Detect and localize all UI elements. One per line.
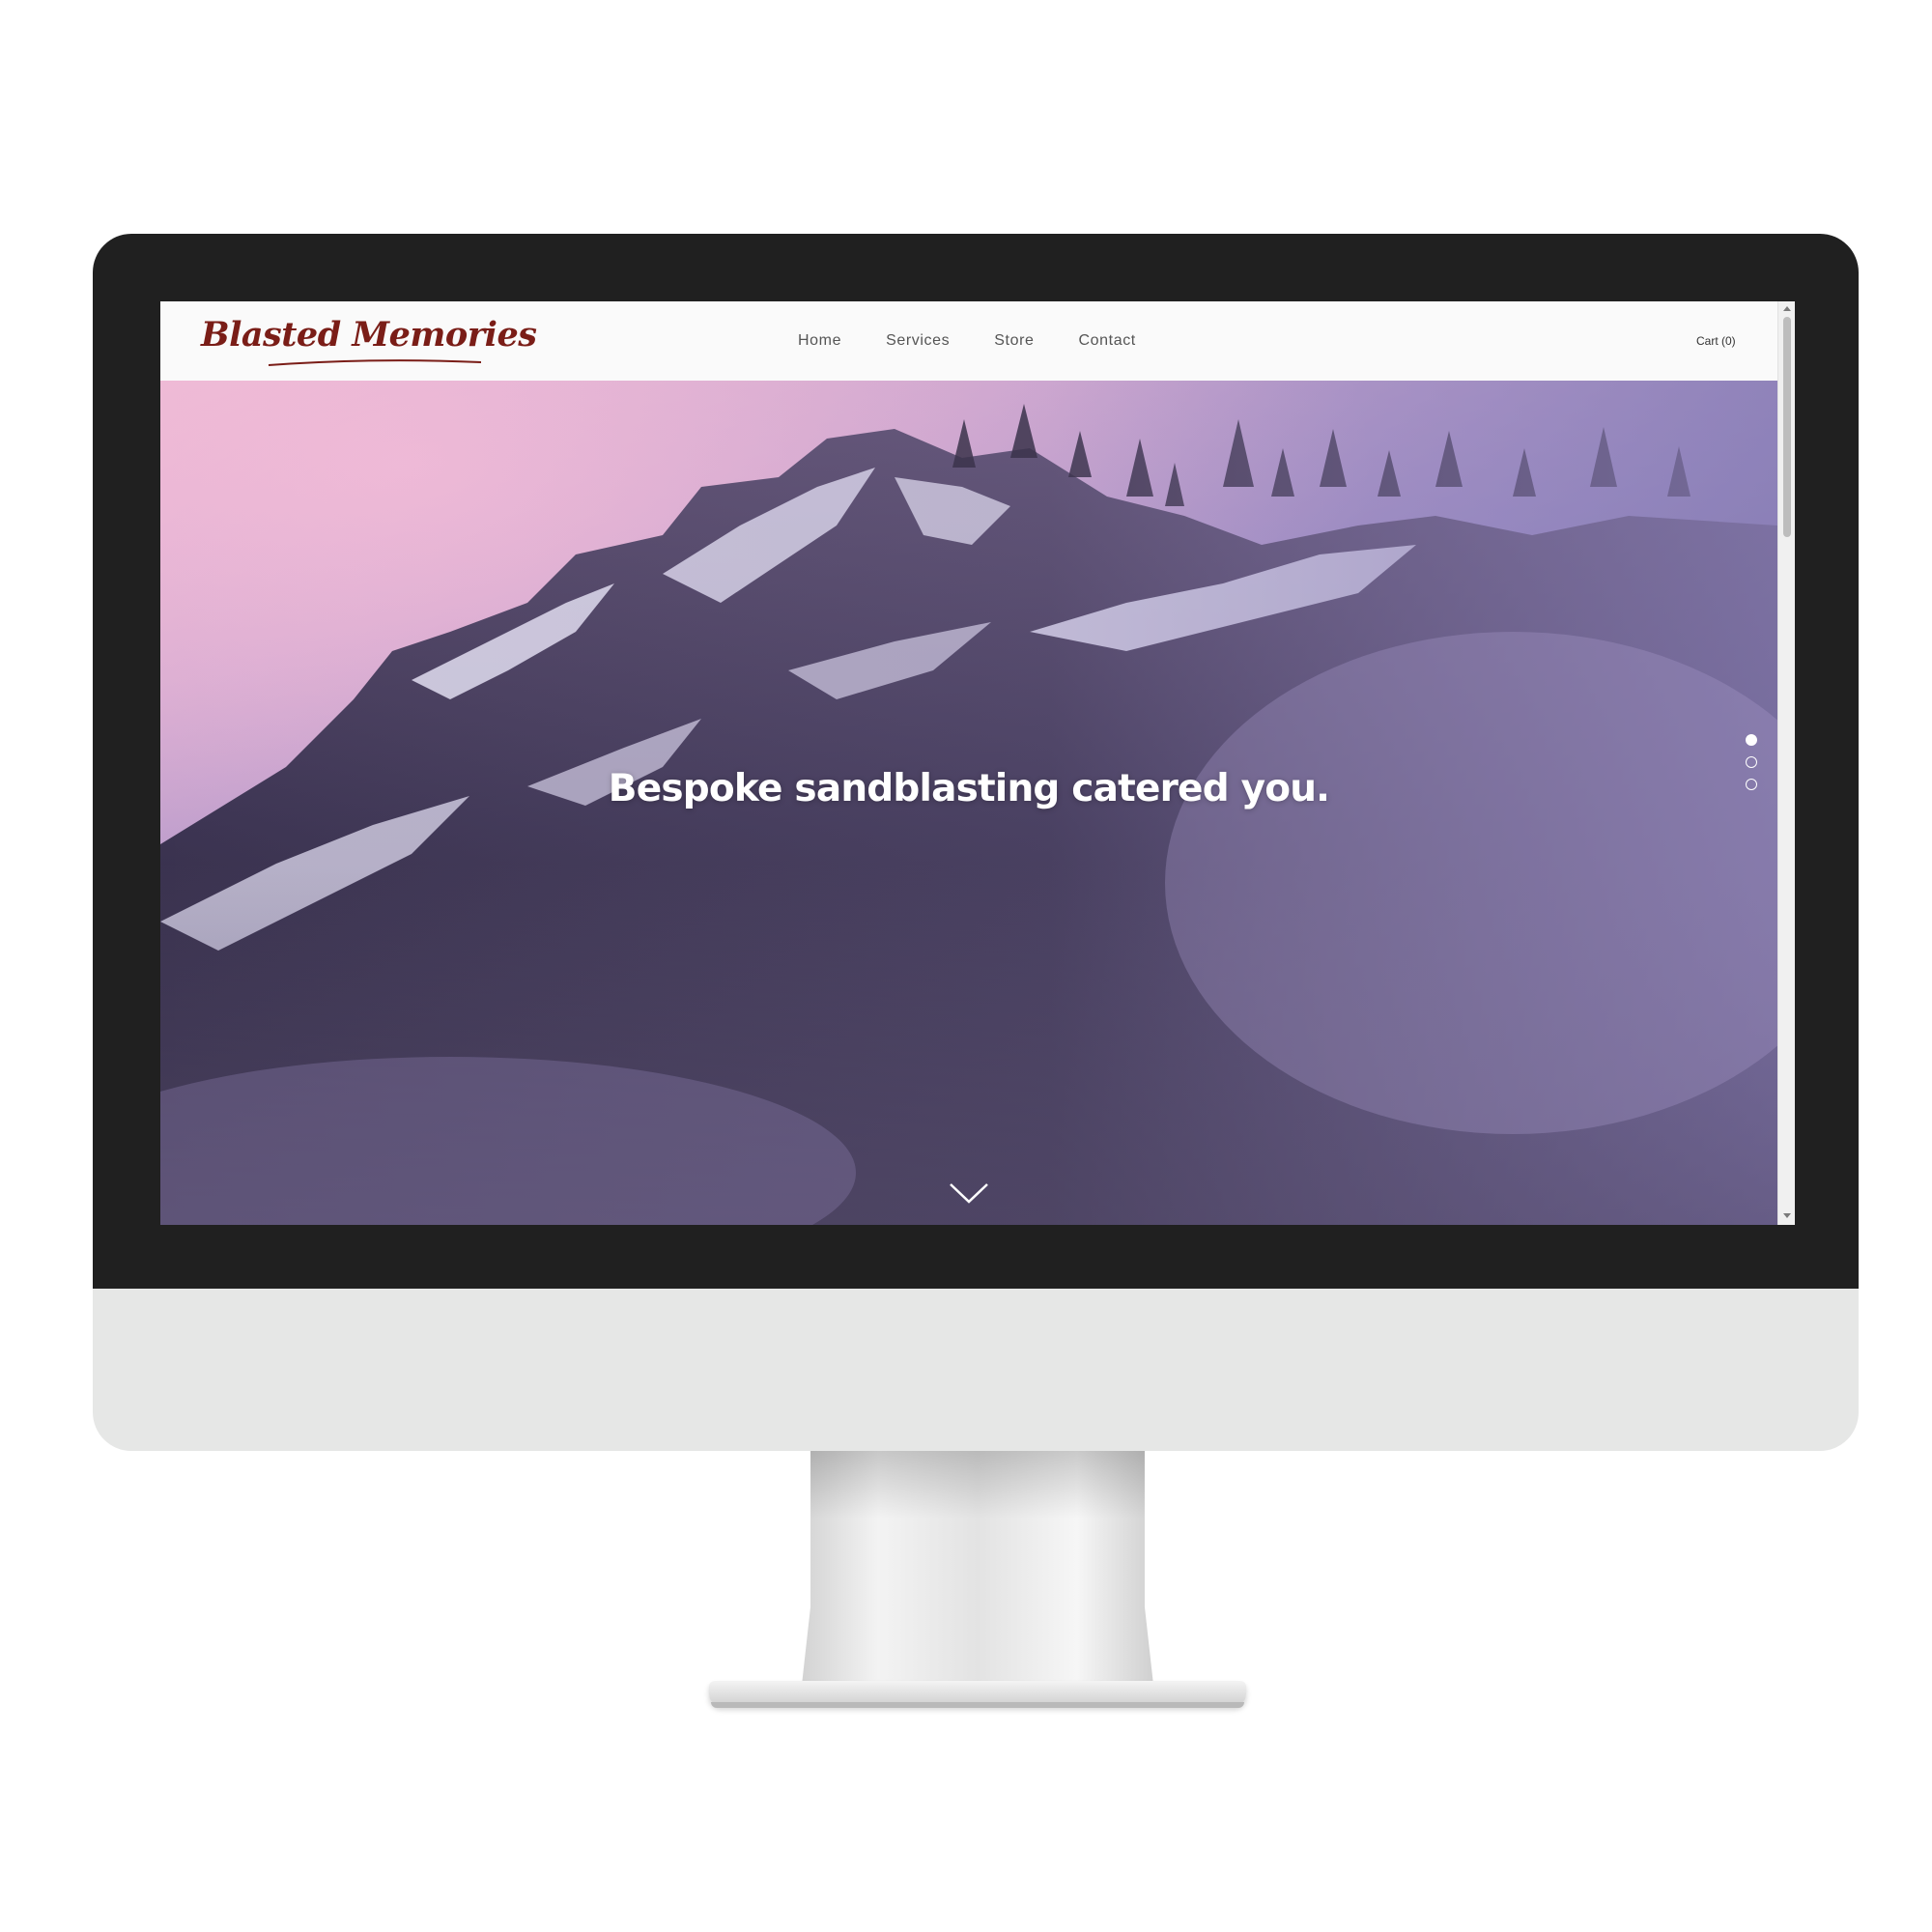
page-scrollbar[interactable] (1777, 301, 1795, 1225)
nav-home[interactable]: Home (798, 332, 841, 350)
hero-banner: Bespoke sandblasting catered you. (160, 381, 1777, 1225)
monitor-stand-base (711, 1702, 1244, 1708)
scroll-down-arrow-icon[interactable] (1783, 1213, 1791, 1218)
slide-dot-2[interactable] (1746, 756, 1757, 768)
nav-services[interactable]: Services (886, 332, 950, 350)
scrollbar-thumb[interactable] (1783, 317, 1791, 537)
monitor-stand-shadow (810, 1451, 1145, 1519)
cart-link[interactable]: Cart (0) (1696, 301, 1736, 381)
scroll-up-arrow-icon[interactable] (1783, 306, 1791, 311)
site-header: Blasted Memories Home Services Store Con… (160, 301, 1776, 381)
chevron-down-icon[interactable] (948, 1180, 990, 1206)
nav-contact[interactable]: Contact (1079, 332, 1136, 350)
site-logo[interactable]: Blasted Memories (201, 315, 537, 371)
logo-text: Blasted Memories (201, 315, 537, 355)
logo-swash-icon (269, 359, 481, 366)
browser-viewport: Blasted Memories Home Services Store Con… (160, 301, 1795, 1225)
hero-headline: Bespoke sandblasting catered you. (608, 767, 1330, 810)
slider-pagination (1746, 734, 1761, 801)
nav-store[interactable]: Store (994, 332, 1034, 350)
slide-dot-3[interactable] (1746, 779, 1757, 790)
slide-dot-1[interactable] (1746, 734, 1757, 746)
monitor-chin (93, 1289, 1859, 1451)
main-nav: Home Services Store Contact (798, 301, 1180, 381)
